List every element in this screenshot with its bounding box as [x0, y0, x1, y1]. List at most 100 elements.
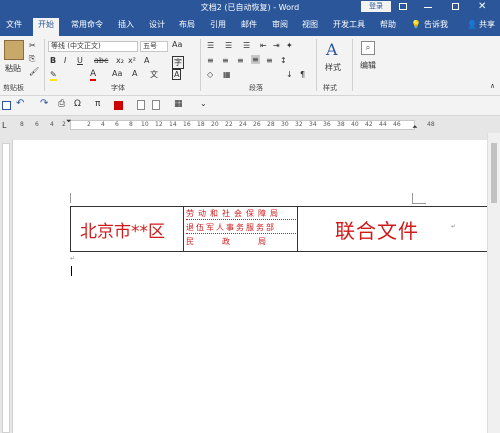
bullets-icon[interactable]: ☰: [207, 41, 214, 50]
multilevel-icon[interactable]: ☰: [243, 41, 250, 50]
save-icon[interactable]: [2, 101, 11, 110]
login-button[interactable]: 登录: [361, 1, 391, 12]
borders-icon[interactable]: ▦: [223, 70, 231, 79]
ruler-number: 48: [427, 121, 435, 128]
tab-insert[interactable]: 插入: [116, 18, 136, 36]
equation-pi-icon[interactable]: π: [95, 99, 100, 109]
phonetic-guide-icon[interactable]: 文: [150, 69, 158, 80]
copy-icon[interactable]: ⎘: [29, 54, 35, 64]
page-icon-2[interactable]: [152, 100, 160, 110]
shading-color-icon[interactable]: [114, 101, 123, 110]
horizontal-ruler[interactable]: L ⏷ ⏶ 8 6 4 2 2 4 6 8 10 12 14 16 18 20 …: [0, 117, 500, 133]
ruler-number: 44: [379, 121, 387, 128]
print-preview-icon[interactable]: ⎙: [58, 99, 65, 109]
show-marks-icon[interactable]: ¶: [300, 70, 305, 79]
font-name-select[interactable]: 等线 (中文正文): [48, 41, 138, 52]
tab-selector-icon[interactable]: L: [2, 121, 6, 130]
paragraph-group-label: 段落: [249, 84, 263, 92]
ruler-number: 34: [309, 121, 317, 128]
ruler-number: 10: [141, 121, 149, 128]
align-right-icon[interactable]: ≡: [237, 56, 244, 65]
table-icon[interactable]: ▦: [174, 99, 183, 109]
bold-button[interactable]: B: [50, 56, 56, 65]
ruler-number: 8: [129, 121, 133, 128]
joint-title-cell[interactable]: 联合文件 ↵: [298, 207, 500, 251]
share-button[interactable]: 共享: [477, 18, 497, 36]
underline-button[interactable]: U: [77, 56, 83, 65]
orgs-cell[interactable]: 劳动和社会保障局 退伍军人事务服务部 民政局: [184, 207, 298, 251]
ruler-number: 36: [323, 121, 331, 128]
font-color-icon[interactable]: A: [90, 69, 97, 81]
ruler-number: 18: [197, 121, 205, 128]
minimize-icon[interactable]: [424, 7, 432, 8]
red-header-table[interactable]: 北京市**区 劳动和社会保障局 退伍军人事务服务部 民政局 联合文件 ↵: [70, 206, 500, 252]
change-case-icon[interactable]: Aa: [172, 40, 182, 49]
font-size-aa-icon[interactable]: Aa: [112, 69, 122, 78]
customize-qat-icon[interactable]: ⌄: [200, 99, 207, 108]
scroll-thumb[interactable]: [491, 143, 497, 203]
tab-developer[interactable]: 开发工具: [331, 18, 367, 36]
line-spacing-icon[interactable]: ↕: [280, 56, 287, 65]
clear-format-icon[interactable]: A: [144, 56, 149, 65]
enclose-char-icon[interactable]: 字: [172, 56, 184, 69]
superscript-button[interactable]: x²: [128, 56, 136, 65]
paste-button[interactable]: 粘贴: [5, 63, 21, 74]
symbol-omega-icon[interactable]: Ω: [74, 99, 81, 109]
shading-icon[interactable]: ◇: [207, 70, 213, 79]
tab-references[interactable]: 引用: [208, 18, 228, 36]
editing-button[interactable]: 编辑: [360, 60, 376, 71]
ruler-number: 8: [20, 121, 24, 128]
tab-common-commands[interactable]: 常用命令: [69, 18, 105, 36]
maximize-icon[interactable]: [452, 3, 459, 10]
tell-me-search[interactable]: 告诉我: [422, 18, 450, 36]
tab-home[interactable]: 开始: [33, 18, 59, 36]
styles-group-label: 样式: [323, 84, 337, 92]
grow-font-icon[interactable]: A: [132, 69, 137, 78]
styles-icon[interactable]: A: [326, 40, 338, 59]
ruler-number: 22: [225, 121, 233, 128]
vertical-ruler[interactable]: [0, 133, 12, 433]
divider: [200, 39, 201, 91]
close-icon[interactable]: ✕: [478, 0, 486, 14]
tab-review[interactable]: 审阅: [270, 18, 290, 36]
distributed-icon[interactable]: ≡: [266, 56, 273, 65]
tab-design[interactable]: 设计: [147, 18, 167, 36]
redo-icon[interactable]: ↷: [40, 98, 48, 109]
decrease-indent-icon[interactable]: ⇤: [260, 41, 267, 50]
district-cell[interactable]: 北京市**区: [71, 207, 184, 251]
format-painter-icon[interactable]: 🖌: [29, 67, 39, 76]
right-indent-marker-icon[interactable]: ⏶: [412, 123, 418, 132]
tab-view[interactable]: 视图: [300, 18, 320, 36]
undo-icon[interactable]: ↶: [16, 98, 24, 109]
justify-icon[interactable]: ≡: [251, 55, 260, 64]
tab-mailings[interactable]: 邮件: [239, 18, 259, 36]
paragraph-mark: ↵: [451, 223, 457, 230]
ruler-number: 14: [169, 121, 177, 128]
styles-button[interactable]: 样式: [325, 62, 341, 73]
document-page[interactable]: [12, 140, 487, 433]
page-icon[interactable]: [137, 100, 145, 110]
tab-help[interactable]: 帮助: [378, 18, 398, 36]
char-border-icon[interactable]: A: [172, 69, 182, 80]
subscript-button[interactable]: x₂: [116, 56, 124, 65]
align-left-icon[interactable]: ≡: [207, 56, 214, 65]
lightbulb-icon[interactable]: 💡: [409, 18, 423, 36]
increase-indent-icon[interactable]: ⇥: [273, 41, 280, 50]
ribbon-display-icon[interactable]: [399, 3, 407, 10]
paste-icon[interactable]: [4, 40, 24, 60]
sort-icon[interactable]: ↓: [286, 70, 293, 79]
strikethrough-button[interactable]: abc: [94, 56, 108, 65]
cut-icon[interactable]: ✂: [29, 41, 36, 50]
indent-marker-icon[interactable]: ⏷: [66, 117, 72, 126]
font-size-select[interactable]: 五号: [140, 41, 168, 52]
tab-layout[interactable]: 布局: [177, 18, 197, 36]
chinese-layout-icon[interactable]: ✦: [286, 41, 293, 50]
collapse-ribbon-icon[interactable]: ∧: [490, 82, 495, 90]
highlight-color-icon[interactable]: ✎: [50, 70, 57, 81]
italic-button[interactable]: I: [64, 56, 66, 65]
numbering-icon[interactable]: ☰: [225, 41, 232, 50]
tab-file[interactable]: 文件: [4, 18, 24, 36]
vertical-scrollbar[interactable]: [487, 133, 500, 433]
find-icon[interactable]: ⌕: [361, 41, 375, 55]
align-center-icon[interactable]: ≡: [222, 56, 229, 65]
